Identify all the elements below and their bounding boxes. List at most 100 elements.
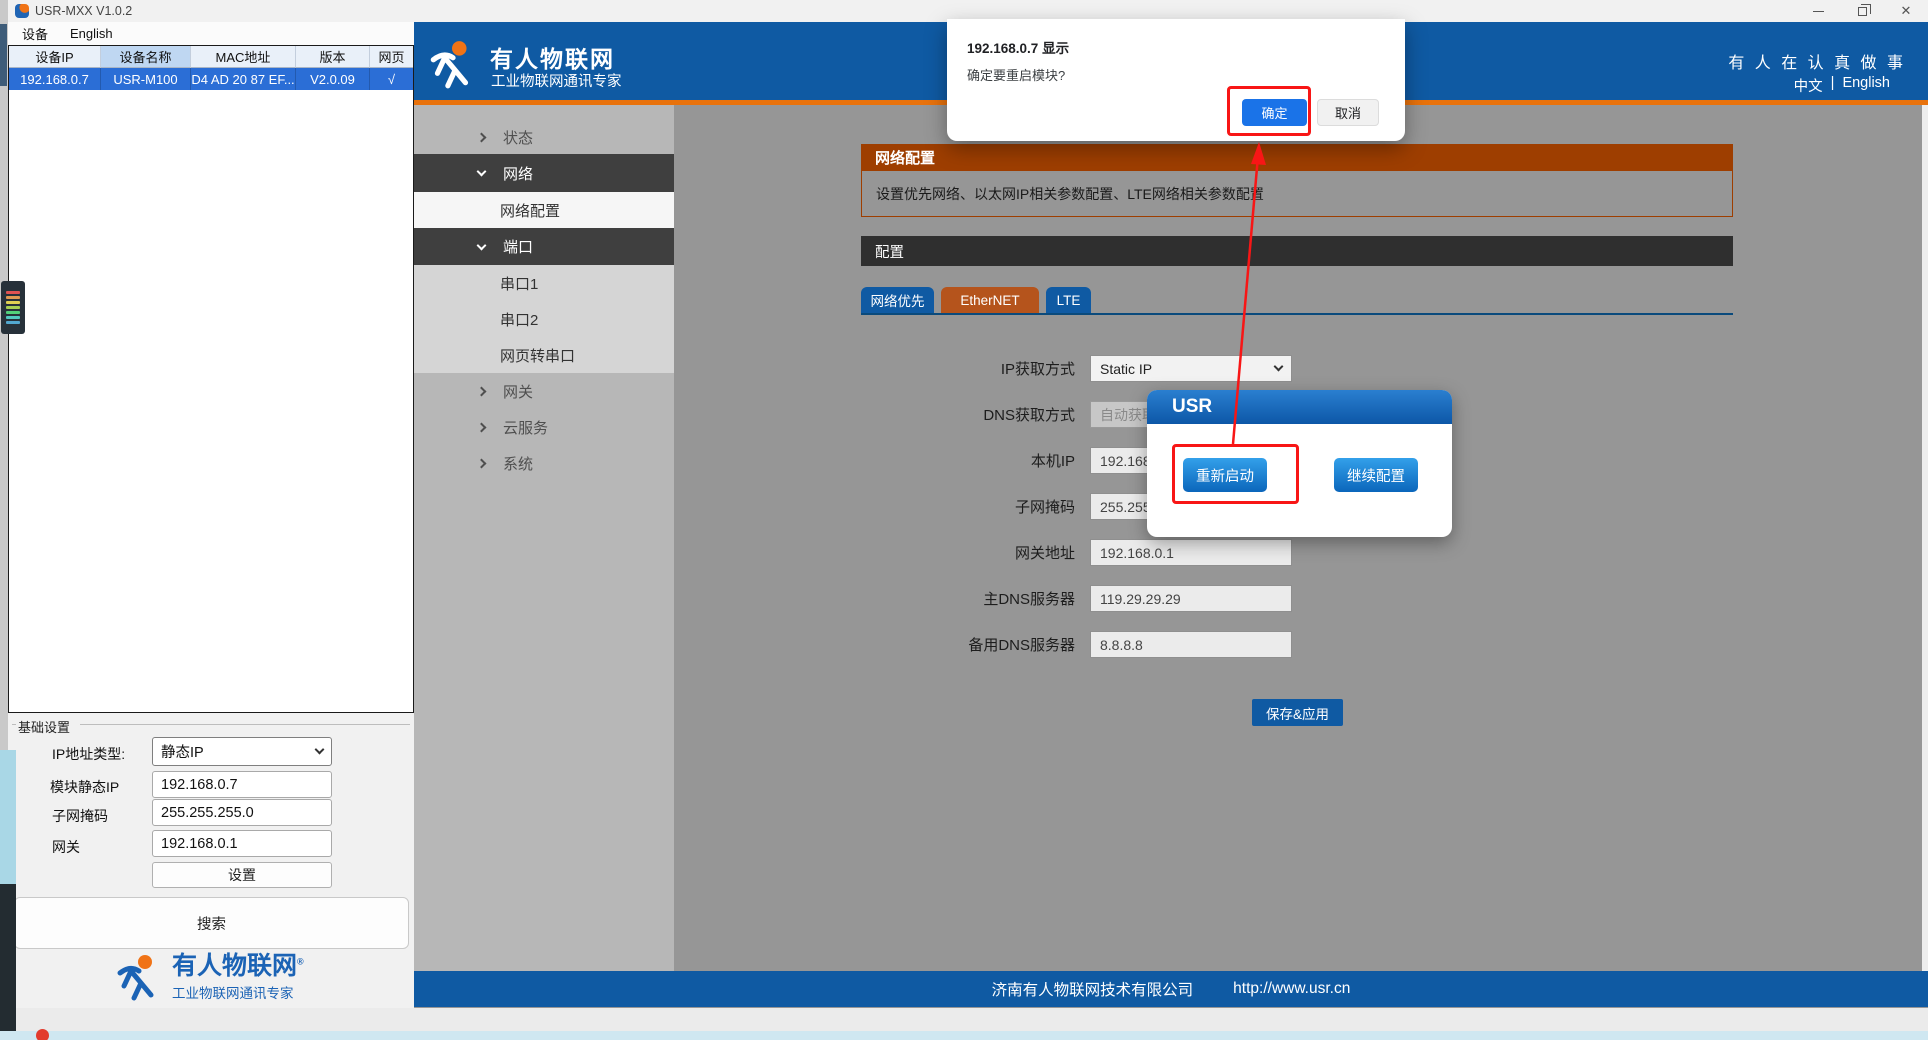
local-ip-label: 本机IP (835, 450, 1075, 471)
column-header-mac[interactable]: MAC地址 (191, 46, 296, 68)
config-section-bar: 配置 (861, 236, 1733, 266)
color-palette-widget (1, 281, 25, 334)
palette-stripe (6, 321, 20, 324)
static-ip-label: 模块静态IP (50, 777, 119, 797)
lang-english-link[interactable]: English (1842, 75, 1890, 96)
ip-type-select[interactable]: 静态IP (152, 737, 332, 766)
mask-label: 子网掩码 (52, 806, 108, 826)
chevron-down-icon (477, 167, 487, 177)
primary-dns-label: 主DNS服务器 (835, 588, 1075, 609)
tab-underline (861, 313, 1733, 315)
chevron-right-icon (477, 386, 487, 396)
lang-chinese-link[interactable]: 中文 (1794, 75, 1823, 96)
secondary-dns-label: 备用DNS服务器 (835, 634, 1075, 655)
window-title: USR-MXX V1.0.2 (35, 4, 132, 18)
dns-mode-label: DNS获取方式 (835, 404, 1075, 425)
palette-stripe (6, 306, 20, 309)
set-button[interactable]: 设置 (152, 862, 332, 888)
brand-name: 有人物联网 (172, 952, 297, 980)
brand-slogan: 工业物联网通讯专家 (491, 70, 622, 91)
device-ip-cell: 192.168.0.7 (9, 68, 101, 90)
ip-type-label: IP地址类型: (52, 744, 125, 764)
palette-stripe (6, 291, 20, 294)
sidebar-item-label: 端口 (503, 236, 533, 257)
footer-company: 济南有人物联网技术有限公司 (992, 978, 1194, 1000)
mask-field[interactable]: 255.255.255.0 (152, 799, 332, 826)
app-icon (15, 4, 29, 18)
chevron-down-icon (477, 240, 487, 250)
sidebar-item-label: 串口1 (500, 273, 538, 294)
close-icon: ✕ (1901, 3, 1912, 19)
menu-device[interactable]: 设备 (22, 24, 48, 43)
section-title-bar: 网络配置 (861, 144, 1733, 171)
device-name-cell: USR-M100 (101, 68, 191, 90)
menu-english[interactable]: English (70, 26, 113, 41)
device-web-check: √ (370, 68, 413, 90)
column-header-web[interactable]: 网页 (370, 46, 413, 68)
sidebar-item-web-to-serial[interactable]: 网页转串口 (414, 337, 674, 373)
usr-logo: 有人物联网® 工业物联网通讯专家 (112, 953, 304, 1003)
restore-button[interactable] (1840, 0, 1884, 22)
scrollbar[interactable] (1922, 105, 1928, 971)
menubar: 设备 English (8, 22, 414, 45)
annotation-arrow (1200, 140, 1290, 460)
lang-separator: | (1831, 75, 1835, 96)
tab-lte[interactable]: LTE (1046, 287, 1091, 313)
sidebar-item-gateway[interactable]: 网关 (414, 373, 674, 409)
static-ip-field[interactable]: 192.168.0.7 (152, 771, 332, 798)
tab-ethernet[interactable]: EtherNET (941, 287, 1039, 313)
sidebar-item-label: 网关 (503, 381, 533, 402)
confirm-dialog: 192.168.0.7 显示 确定要重启模块? 确定 取消 (947, 19, 1405, 141)
column-header-version[interactable]: 版本 (296, 46, 370, 68)
close-button[interactable]: ✕ (1884, 0, 1928, 22)
device-mac-cell: D4 AD 20 87 EF... (191, 68, 296, 90)
chevron-right-icon (477, 422, 487, 432)
chevron-right-icon (477, 458, 487, 468)
sidebar-item-label: 云服务 (503, 417, 548, 438)
gateway-address-label: 网关地址 (835, 542, 1075, 563)
usr-logo-icon (425, 39, 479, 91)
basic-settings-title: 基础设置 (18, 717, 70, 736)
background-window-sliver (0, 884, 16, 1031)
device-row[interactable]: 192.168.0.7 USR-M100 D4 AD 20 87 EF... V… (9, 68, 413, 90)
gateway-address-field[interactable]: 192.168.0.1 (1090, 539, 1292, 566)
registered-mark: ® (297, 957, 304, 967)
minimize-button[interactable] (1796, 0, 1840, 22)
sidebar-item-label: 网络配置 (500, 200, 560, 221)
web-footer: 济南有人物联网技术有限公司 http://www.usr.cn (414, 971, 1928, 1007)
palette-stripe (6, 316, 20, 319)
annotation-rectangle-ok (1227, 86, 1311, 136)
save-apply-button[interactable]: 保存&应用 (1252, 699, 1343, 726)
sidebar-item-label: 网络 (503, 163, 533, 184)
footer-url[interactable]: http://www.usr.cn (1233, 980, 1350, 998)
minimize-icon (1813, 11, 1824, 12)
brand-slogan: 工业物联网通讯专家 (172, 982, 304, 1002)
sidebar-item-label: 网页转串口 (500, 345, 575, 366)
device-table-header: 设备IP 设备名称 MAC地址 版本 网页 (9, 46, 413, 68)
secondary-dns-field[interactable]: 8.8.8.8 (1090, 631, 1292, 658)
taskbar-app-icon[interactable] (36, 1029, 49, 1040)
sidebar-item-ports[interactable]: 端口 (414, 228, 674, 265)
desktop-strip (0, 1008, 1928, 1031)
column-header-ip[interactable]: 设备IP (9, 46, 101, 68)
background-window-sliver (0, 24, 7, 86)
dialog-cancel-button[interactable]: 取消 (1317, 99, 1379, 126)
primary-dns-field[interactable]: 119.29.29.29 (1090, 585, 1292, 612)
sidebar-item-system[interactable]: 系统 (414, 445, 674, 481)
sidebar-item-serial2[interactable]: 串口2 (414, 301, 674, 337)
chevron-down-icon (315, 745, 325, 755)
sidebar-item-network[interactable]: 网络 (414, 154, 674, 192)
groupbox-border (12, 724, 16, 725)
sidebar-item-status[interactable]: 状态 (414, 121, 674, 154)
palette-stripe (6, 296, 20, 299)
gateway-label: 网关 (52, 837, 80, 857)
gateway-field[interactable]: 192.168.0.1 (152, 830, 332, 857)
tab-network-priority[interactable]: 网络优先 (861, 287, 934, 313)
column-header-name[interactable]: 设备名称 (101, 46, 191, 68)
sidebar-item-cloud[interactable]: 云服务 (414, 409, 674, 445)
device-list-panel: 设备IP 设备名称 MAC地址 版本 网页 192.168.0.7 USR-M1… (8, 45, 414, 713)
sidebar-item-network-config[interactable]: 网络配置 (414, 192, 674, 228)
continue-config-button[interactable]: 继续配置 (1334, 458, 1418, 492)
sidebar-item-serial1[interactable]: 串口1 (414, 265, 674, 301)
search-button[interactable]: 搜索 (14, 897, 409, 949)
